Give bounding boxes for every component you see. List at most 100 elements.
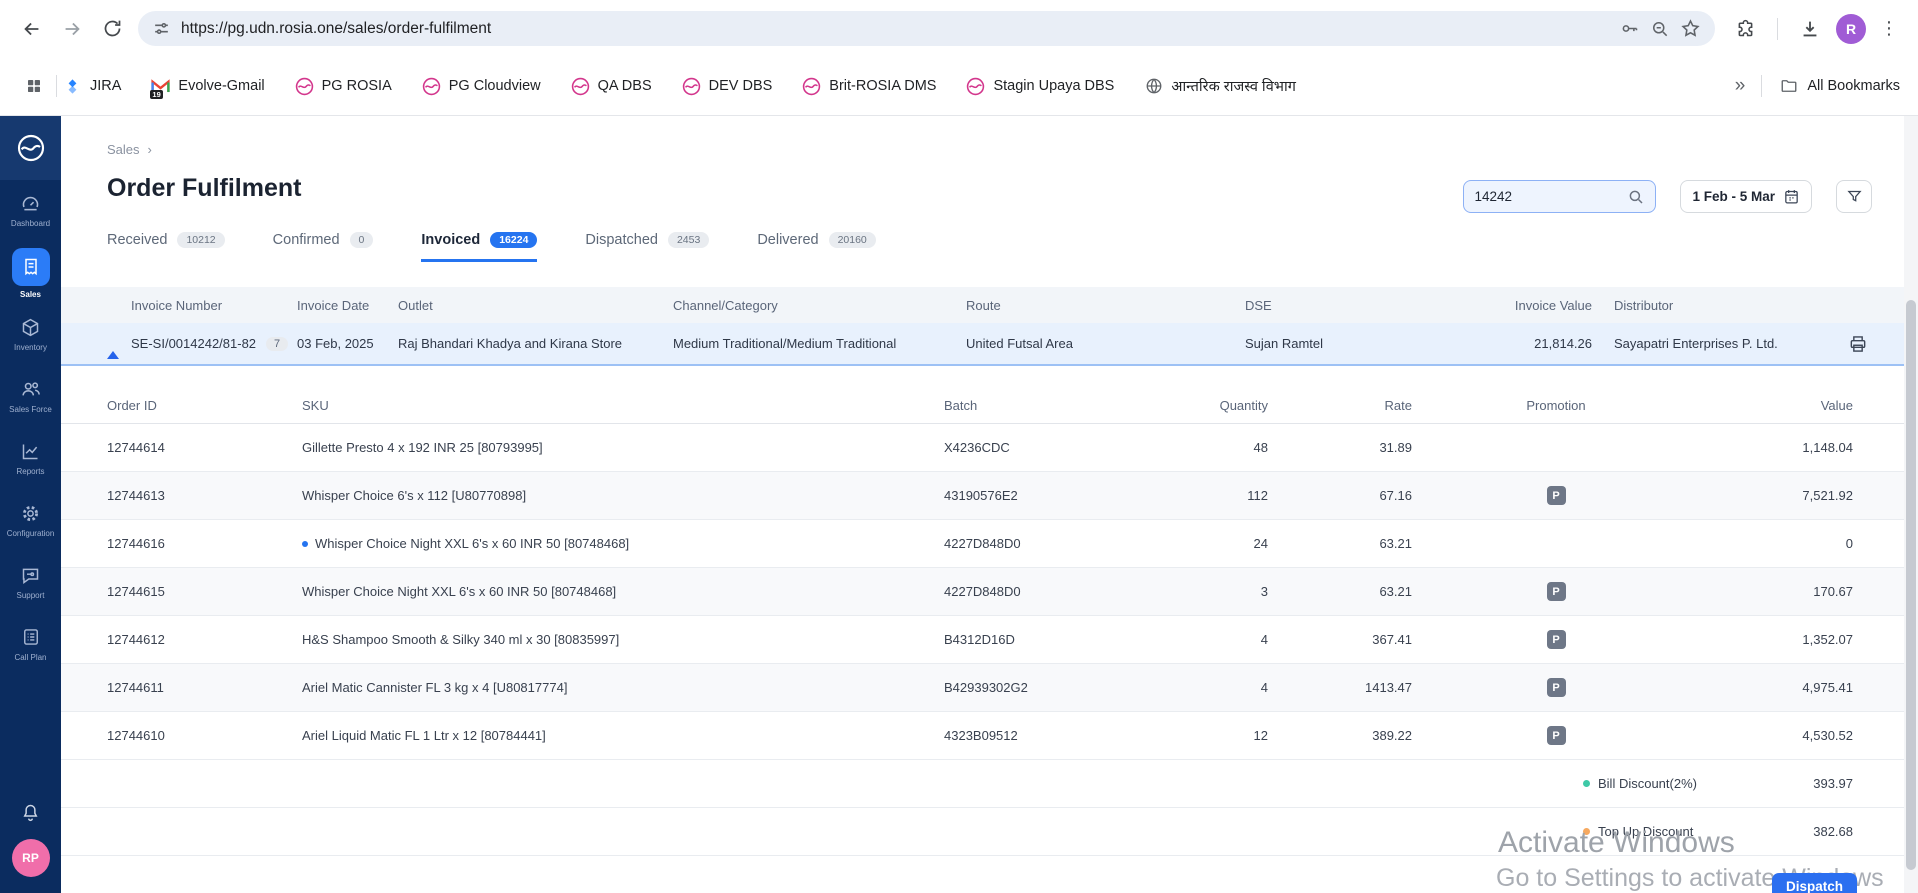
forward-icon[interactable]: [52, 9, 92, 49]
app-sidebar: Dashboard Sales Inventory Sales Force Re: [0, 116, 61, 893]
bookmark-qa-dbs[interactable]: QA DBS: [571, 77, 652, 96]
order-value: 1,148.04: [1700, 440, 1868, 455]
downloads-icon[interactable]: [1790, 9, 1830, 49]
bookmark-star-icon[interactable]: [1680, 18, 1701, 39]
search-icon[interactable]: [1627, 188, 1645, 206]
rosia-icon: [682, 77, 701, 96]
rosia-logo[interactable]: [0, 116, 61, 180]
browser-menu-icon[interactable]: ⋮: [1872, 18, 1906, 39]
order-row[interactable]: 12744611 Ariel Matic Cannister FL 3 kg x…: [61, 664, 1904, 712]
sidebar-item-dashboard[interactable]: Dashboard: [0, 180, 61, 242]
invoice-table: Invoice Number Invoice Date Outlet Chann…: [61, 287, 1904, 856]
header-controls: 1 Feb - 5 Mar: [1463, 180, 1872, 213]
extensions-icon[interactable]: [1725, 9, 1765, 49]
notifications-bell-icon[interactable]: [20, 802, 41, 823]
breadcrumb-sales[interactable]: Sales: [107, 142, 140, 157]
bookmark-stagin-upaya-dbs[interactable]: Stagin Upaya DBS: [966, 77, 1114, 96]
filter-button[interactable]: [1836, 180, 1872, 213]
order-sku: Gillette Presto 4 x 192 INR 25 [80793995…: [302, 440, 944, 455]
bookmark-evolve-gmail[interactable]: 19 Evolve-Gmail: [151, 77, 264, 96]
dispatch-button[interactable]: Dispatch: [1772, 873, 1857, 893]
tab-count-badge: 20160: [829, 232, 876, 248]
tab-invoiced[interactable]: Invoiced 16224: [421, 232, 537, 262]
reload-icon[interactable]: [92, 9, 132, 49]
vertical-scrollbar[interactable]: [1904, 116, 1918, 893]
url-input[interactable]: [181, 20, 1609, 38]
breadcrumb-chevron-icon: ›: [148, 142, 152, 157]
apps-grid-icon[interactable]: [18, 70, 50, 102]
order-batch: 4227D848D0: [944, 536, 1114, 551]
back-icon[interactable]: [12, 9, 52, 49]
rosia-icon: [966, 77, 985, 96]
date-range-button[interactable]: 1 Feb - 5 Mar: [1680, 180, 1812, 213]
bookmark-pg-cloudview[interactable]: PG Cloudview: [422, 77, 541, 96]
promotion-badge: P: [1547, 630, 1566, 649]
sidebar-item-configuration[interactable]: Configuration: [0, 490, 61, 552]
support-icon: [19, 563, 43, 587]
page-title: Order Fulfilment: [107, 174, 301, 203]
tab-delivered[interactable]: Delivered 20160: [757, 232, 875, 262]
order-rate: 367.41: [1268, 632, 1412, 647]
rosia-icon: [295, 77, 314, 96]
sidebar-item-inventory[interactable]: Inventory: [0, 304, 61, 366]
bookmarks-overflow-chevron[interactable]: »: [1735, 75, 1746, 97]
bookmark-pg-rosia[interactable]: PG ROSIA: [295, 77, 392, 96]
rosia-icon: [422, 77, 441, 96]
order-row[interactable]: 12744616 Whisper Choice Night XXL 6's x …: [61, 520, 1904, 568]
order-row[interactable]: 12744613 Whisper Choice 6's x 112 [U8077…: [61, 472, 1904, 520]
sidebar-item-reports[interactable]: Reports: [0, 428, 61, 490]
tab-received[interactable]: Received 10212: [107, 232, 225, 262]
promotion-badge: P: [1547, 678, 1566, 697]
order-batch: 43190576E2: [944, 488, 1114, 503]
tab-dispatched[interactable]: Dispatched 2453: [585, 232, 709, 262]
order-qty: 3: [1114, 584, 1268, 599]
order-row[interactable]: 12744612 H&S Shampoo Smooth & Silky 340 …: [61, 616, 1904, 664]
order-rows: 12744614 Gillette Presto 4 x 192 INR 25 …: [61, 424, 1904, 760]
bookmark-dev-dbs[interactable]: DEV DBS: [682, 77, 773, 96]
folder-icon: [1780, 77, 1798, 95]
order-batch: B42939302G2: [944, 680, 1114, 695]
browser-toolbar: R ⋮: [0, 0, 1918, 57]
sidebar-item-call-plan[interactable]: Call Plan: [0, 614, 61, 676]
invoice-outlet: Raj Bhandari Khadya and Kirana Store: [398, 336, 673, 351]
scrollbar-thumb[interactable]: [1906, 300, 1916, 870]
order-qty: 4: [1114, 680, 1268, 695]
bookmark-brit-rosia-dms[interactable]: Brit-ROSIA DMS: [802, 77, 936, 96]
collapse-caret-icon[interactable]: [107, 336, 119, 359]
order-row[interactable]: 12744610 Ariel Liquid Matic FL 1 Ltr x 1…: [61, 712, 1904, 760]
bookmarks-divider-right: [1761, 75, 1762, 97]
invoice-number: SE-SI/0014242/81-82: [131, 336, 256, 351]
order-value: 4,975.41: [1700, 680, 1868, 695]
order-value: 4,530.52: [1700, 728, 1868, 743]
bookmark-antarik-rajaswa[interactable]: आन्तरिक राजस्व विभाग: [1144, 76, 1296, 96]
sidebar-item-sales[interactable]: Sales: [0, 242, 61, 304]
bill-discount-dot: [1583, 780, 1590, 787]
order-value: 170.67: [1700, 584, 1868, 599]
bookmark-jira[interactable]: JIRA: [63, 77, 121, 96]
zoom-out-icon[interactable]: [1650, 19, 1670, 39]
gmail-count-badge: 19: [150, 90, 162, 99]
tab-confirmed[interactable]: Confirmed 0: [273, 232, 374, 262]
toolbar-divider: [1777, 18, 1778, 40]
calendar-icon: [1783, 188, 1800, 205]
order-row[interactable]: 12744614 Gillette Presto 4 x 192 INR 25 …: [61, 424, 1904, 472]
password-key-icon[interactable]: [1619, 18, 1640, 39]
site-settings-icon[interactable]: [152, 19, 171, 38]
order-batch: B4312D16D: [944, 632, 1114, 647]
sidebar-item-support[interactable]: Support: [0, 552, 61, 614]
all-bookmarks-button[interactable]: All Bookmarks: [1780, 77, 1900, 95]
omnibox[interactable]: [138, 11, 1715, 46]
browser-profile-avatar[interactable]: R: [1836, 14, 1866, 44]
invoice-row[interactable]: SE-SI/0014242/81-82 7 03 Feb, 2025 Raj B…: [61, 323, 1904, 366]
search-box[interactable]: [1463, 180, 1656, 213]
search-input[interactable]: [1474, 189, 1621, 204]
order-rate: 1413.47: [1268, 680, 1412, 695]
user-avatar[interactable]: RP: [12, 839, 50, 877]
order-row[interactable]: 12744615 Whisper Choice Night XXL 6's x …: [61, 568, 1904, 616]
print-icon[interactable]: [1814, 334, 1868, 354]
order-value: 1,352.07: [1700, 632, 1868, 647]
chrome-actions: R ⋮: [1725, 9, 1906, 49]
order-id: 12744612: [107, 632, 302, 647]
sidebar-item-sales-force[interactable]: Sales Force: [0, 366, 61, 428]
order-id: 12744610: [107, 728, 302, 743]
